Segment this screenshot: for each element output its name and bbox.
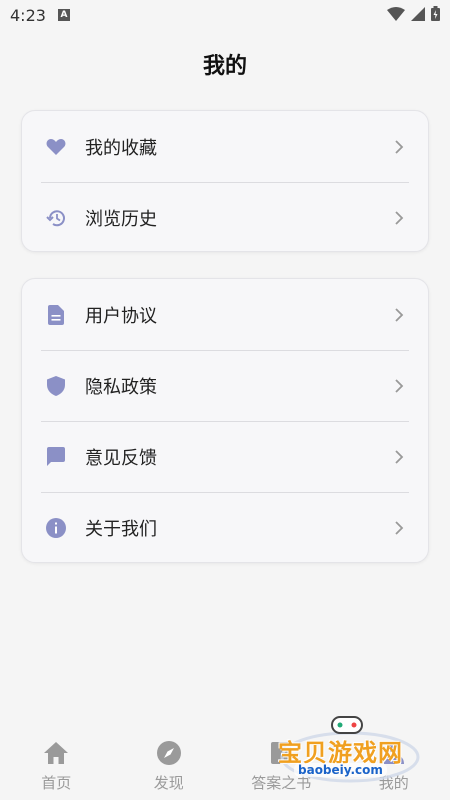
- menu-item-user-agreement[interactable]: 用户协议: [22, 279, 428, 350]
- menu-item-label: 关于我们: [85, 518, 157, 540]
- status-icons: [387, 5, 440, 25]
- menu-item-label: 用户协议: [85, 305, 157, 327]
- menu-item-favorites[interactable]: 我的收藏: [22, 111, 428, 182]
- chevron-right-icon: [392, 449, 406, 464]
- status-time: 4:23: [10, 5, 46, 25]
- menu-item-history[interactable]: 浏览历史: [22, 182, 428, 253]
- watermark-url: baobeiy.com: [294, 763, 387, 777]
- chevron-right-icon: [392, 520, 406, 535]
- tab-label: 首页: [41, 774, 72, 792]
- document-icon: [45, 304, 67, 326]
- status-bar: 4:23 A: [0, 0, 450, 30]
- tab-discover[interactable]: 发现: [113, 728, 226, 800]
- menu-item-label: 意见反馈: [85, 447, 157, 469]
- tab-home[interactable]: 首页: [0, 728, 113, 800]
- chevron-right-icon: [392, 307, 406, 322]
- menu-card-secondary: 用户协议 隐私政策 意见反馈 关于我们: [21, 278, 429, 563]
- page-title: 我的: [202, 54, 247, 79]
- chevron-right-icon: [392, 210, 406, 225]
- menu-item-label: 浏览历史: [85, 208, 157, 230]
- wifi-icon: [387, 6, 405, 25]
- shield-icon: [45, 375, 67, 397]
- menu-item-label: 隐私政策: [85, 376, 157, 398]
- menu-card-primary: 我的收藏 浏览历史: [21, 110, 429, 252]
- battery-icon: [431, 5, 440, 25]
- tab-label: 发现: [153, 774, 184, 792]
- chevron-right-icon: [392, 139, 406, 154]
- compass-icon: [156, 740, 182, 766]
- home-icon: [43, 740, 69, 766]
- watermark-logo: 宝贝游戏网 baobeiy.com: [270, 705, 420, 785]
- menu-item-feedback[interactable]: 意见反馈: [22, 421, 428, 492]
- notification-badge: A: [57, 9, 70, 21]
- chevron-right-icon: [392, 378, 406, 393]
- history-icon: [45, 207, 67, 229]
- menu-item-label: 我的收藏: [85, 137, 157, 159]
- feedback-icon: [45, 446, 67, 468]
- menu-item-about-us[interactable]: 关于我们: [22, 492, 428, 563]
- heart-icon: [45, 136, 67, 158]
- signal-icon: [411, 6, 425, 25]
- menu-item-privacy-policy[interactable]: 隐私政策: [22, 350, 428, 421]
- info-icon: [45, 517, 67, 539]
